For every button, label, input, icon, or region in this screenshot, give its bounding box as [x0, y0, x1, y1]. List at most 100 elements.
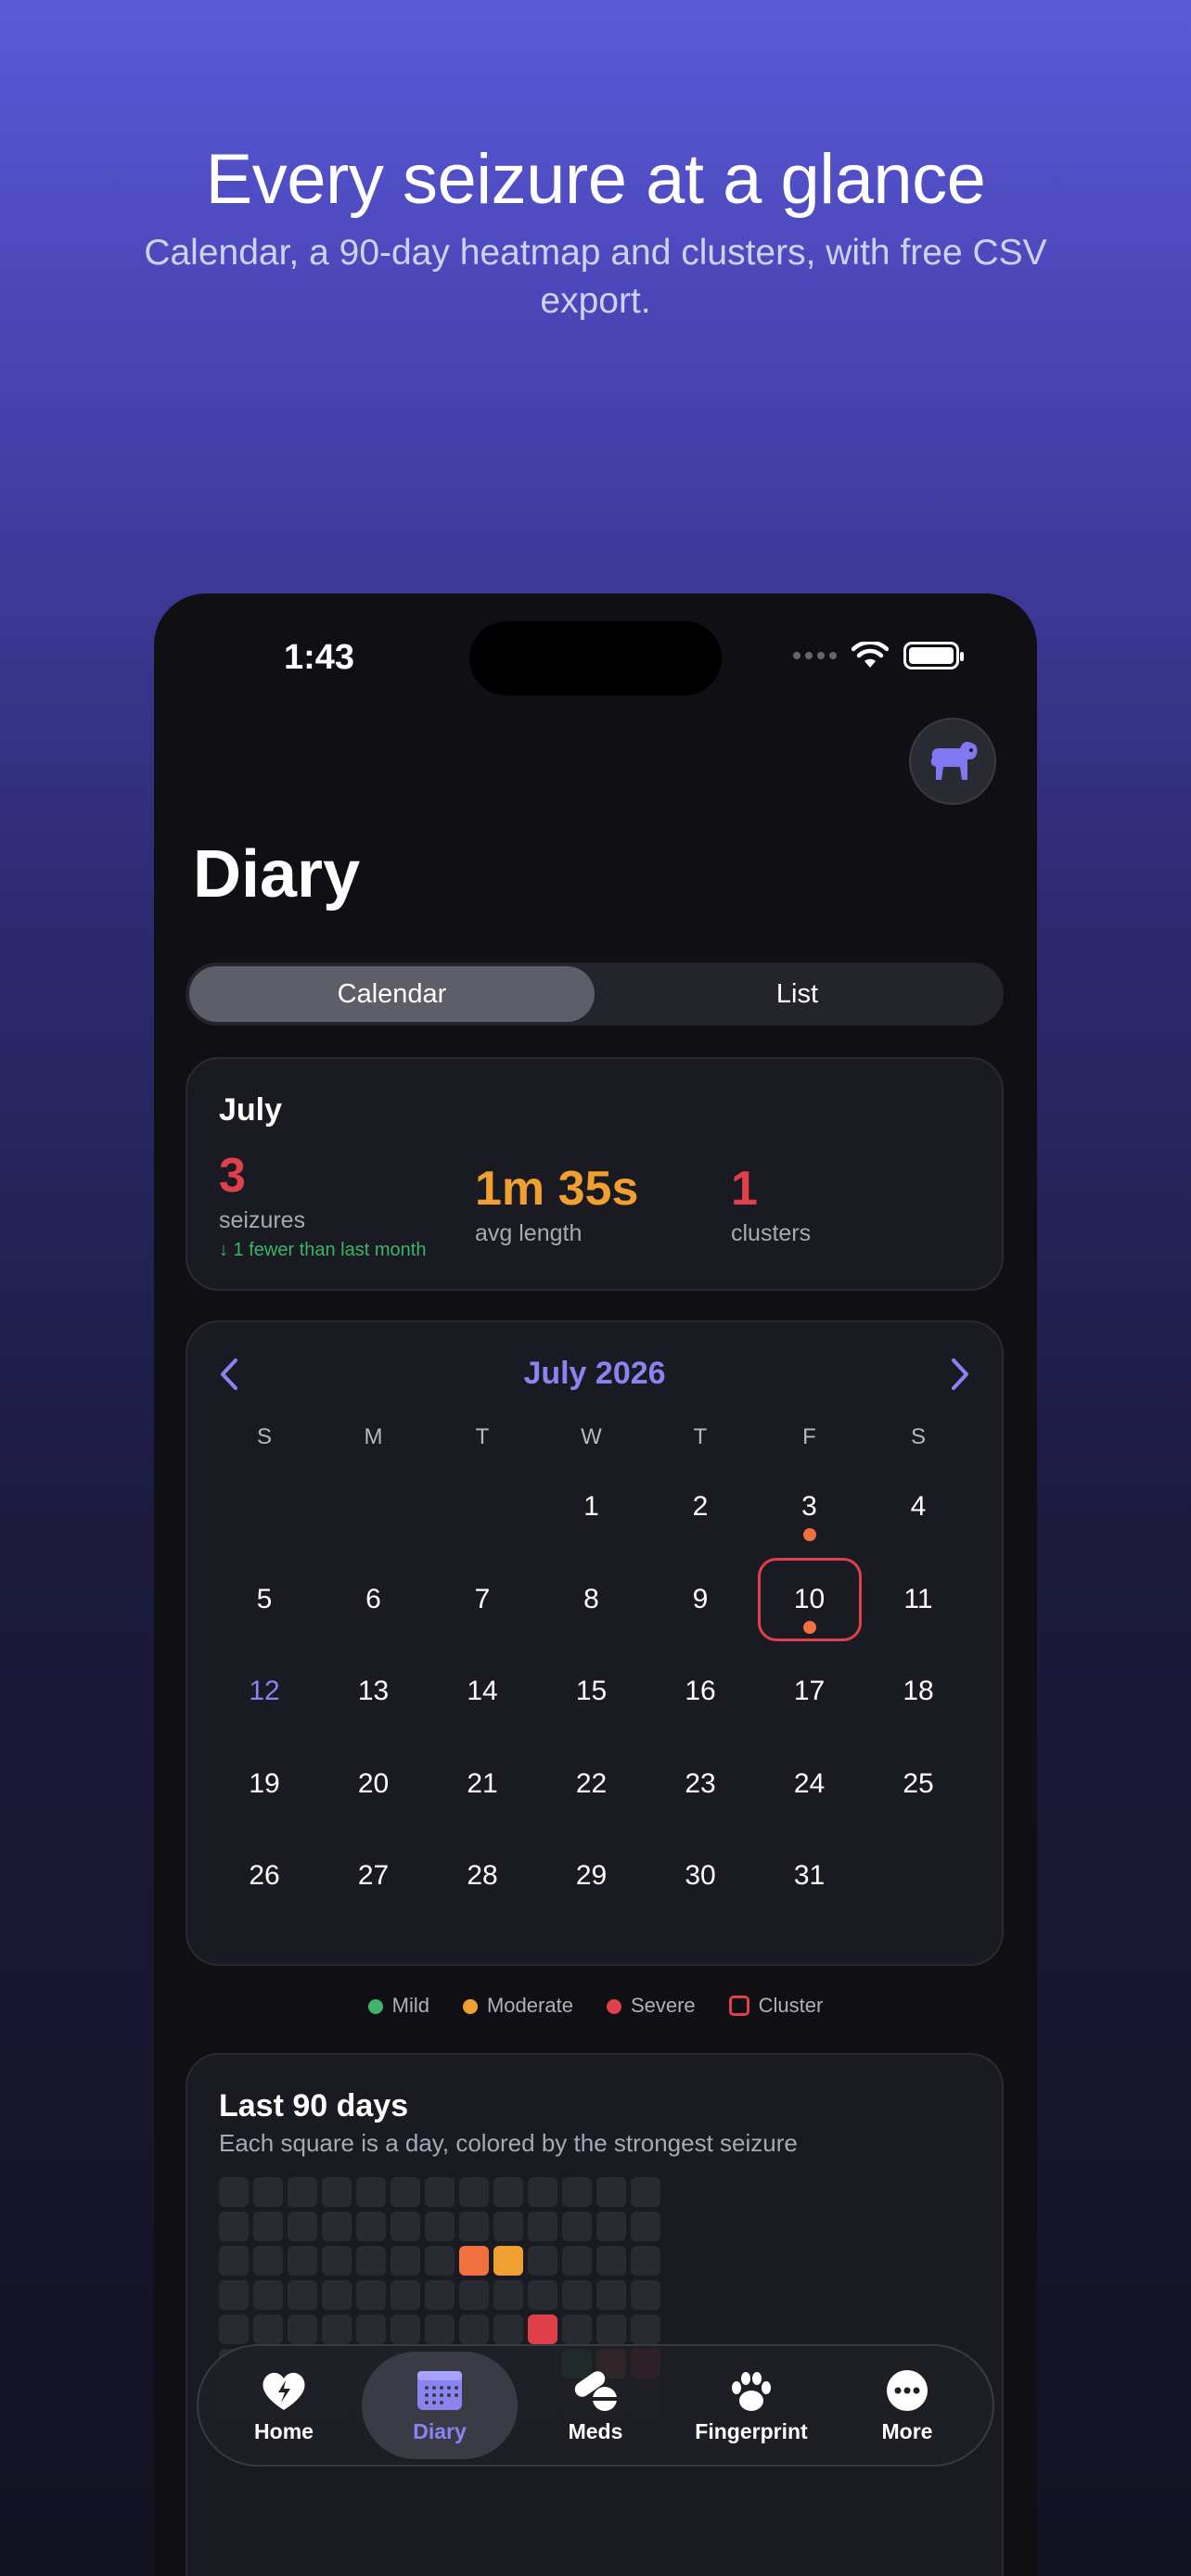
- heatmap-day-cell: [631, 2315, 660, 2344]
- calendar-day-3[interactable]: 3: [755, 1467, 864, 1547]
- heatmap-day-cell: [528, 2246, 557, 2276]
- heatmap-day-cell: [562, 2177, 592, 2207]
- weekday-label: W: [581, 1424, 602, 1449]
- calendar-day-11[interactable]: 11: [864, 1560, 973, 1639]
- calendar-day-29[interactable]: 29: [537, 1836, 647, 1916]
- heatmap-day-cell: [596, 2246, 626, 2276]
- heatmap-title: Last 90 days: [219, 2088, 409, 2123]
- calendar-day-9[interactable]: 9: [646, 1560, 755, 1639]
- heatmap-day-cell: [322, 2177, 352, 2207]
- weekday-label: S: [256, 1424, 272, 1449]
- next-month-button[interactable]: [950, 1358, 970, 1400]
- calendar-day-4[interactable]: 4: [864, 1467, 973, 1547]
- view-segmented-control: Calendar List: [186, 963, 1004, 1026]
- legend-label: Severe: [630, 1994, 696, 2017]
- heatmap-day-cell: [631, 2212, 660, 2241]
- stat-clusters-value: 1: [731, 1162, 758, 1216]
- hero-header: Every seizure at a glance Calendar, a 90…: [0, 139, 1191, 325]
- calendar-day-5[interactable]: 5: [210, 1560, 319, 1639]
- segment-list[interactable]: List: [595, 966, 1000, 1022]
- heatmap-day-cell: [425, 2177, 455, 2207]
- calendar-day-23[interactable]: 23: [646, 1744, 755, 1824]
- calendar-day-6[interactable]: 6: [319, 1560, 429, 1639]
- hero-subtitle: Calendar, a 90-day heatmap and clusters,…: [144, 233, 1047, 321]
- heatmap-subtitle: Each square is a day, colored by the str…: [219, 2129, 798, 2157]
- legend-swatch: [462, 1999, 478, 2014]
- calendar-card: July 2026 S M T W T F S 1 2 3 4 5 6 7 8 9 10 11 12 13 14 15 16…: [186, 1320, 1004, 1966]
- heatmap-day-cell: [253, 2315, 283, 2344]
- heatmap-day-cell: [253, 2177, 283, 2207]
- tab-home[interactable]: Home: [206, 2352, 362, 2459]
- weekday-label: T: [475, 1424, 490, 1449]
- calendar-day-20[interactable]: 20: [319, 1744, 429, 1824]
- calendar-day-19[interactable]: 19: [210, 1744, 319, 1824]
- heatmap-day-cell: [219, 2177, 249, 2207]
- tab-fingerprint[interactable]: Fingerprint: [673, 2352, 829, 2459]
- status-time: 1:43: [284, 638, 355, 677]
- heatmap-day-cell: [528, 2177, 557, 2207]
- calendar-day-18[interactable]: 18: [864, 1651, 973, 1731]
- calendar-day-1[interactable]: 1: [537, 1467, 647, 1547]
- more-icon: [887, 2369, 928, 2411]
- calendar-icon: [417, 2370, 462, 2410]
- tab-more-label: More: [881, 2418, 933, 2443]
- heatmap-day-cell: [219, 2246, 249, 2276]
- pet-avatar-button[interactable]: [909, 718, 996, 805]
- calendar-day-8[interactable]: 8: [537, 1560, 647, 1639]
- heatmap-day-cell: [459, 2212, 489, 2241]
- heatmap-day-cell: [356, 2246, 386, 2276]
- calendar-day-12[interactable]: 12: [210, 1651, 319, 1731]
- month-summary-card: July 3 seizures ↓ 1 fewer than last mont…: [186, 1057, 1004, 1291]
- heatmap-day-cell: [528, 2280, 557, 2310]
- calendar-day-30[interactable]: 30: [646, 1836, 755, 1916]
- heatmap-day-cell: [322, 2280, 352, 2310]
- phone-screen: 1:43 Diary Calendar List July 3 seizures…: [154, 593, 1037, 2576]
- tab-bar: Home Diary Meds Fingerprint More: [197, 2344, 994, 2467]
- calendar-day-17[interactable]: 17: [755, 1651, 864, 1731]
- stat-clusters-label: clusters: [731, 1220, 812, 1246]
- heatmap-day-cell: [528, 2212, 557, 2241]
- tab-diary[interactable]: Diary: [362, 2352, 518, 2459]
- calendar-day-31[interactable]: 31: [755, 1836, 864, 1916]
- tab-meds[interactable]: Meds: [518, 2352, 673, 2459]
- tab-more[interactable]: More: [829, 2352, 985, 2459]
- tab-fingerprint-label: Fingerprint: [695, 2418, 808, 2443]
- calendar-day-7[interactable]: 7: [428, 1560, 537, 1639]
- heatmap-day-cell: [425, 2212, 455, 2241]
- heatmap-day-cell: [596, 2315, 626, 2344]
- heatmap-day-cell: [288, 2280, 317, 2310]
- calendar-day-14[interactable]: 14: [428, 1651, 537, 1731]
- tab-meds-label: Meds: [568, 2418, 623, 2443]
- wifi-icon: [852, 642, 889, 668]
- calendar-day-15[interactable]: 15: [537, 1651, 647, 1731]
- calendar-day-13[interactable]: 13: [319, 1651, 429, 1731]
- heatmap-day-cell: [562, 2246, 592, 2276]
- stat-seizures-label: seizures: [219, 1207, 306, 1233]
- calendar-day-24[interactable]: 24: [755, 1744, 864, 1824]
- tab-diary-label: Diary: [413, 2418, 467, 2443]
- heatmap-day-cell: [253, 2280, 283, 2310]
- summary-month: July: [219, 1092, 283, 1128]
- calendar-day-28[interactable]: 28: [428, 1836, 537, 1916]
- heatmap-day-cell: [528, 2315, 557, 2344]
- calendar-day-16[interactable]: 16: [646, 1651, 755, 1731]
- calendar-day-26[interactable]: 26: [210, 1836, 319, 1916]
- heatmap-day-cell: [356, 2212, 386, 2241]
- heatmap-day-cell: [596, 2280, 626, 2310]
- calendar-day-27[interactable]: 27: [319, 1836, 429, 1916]
- segment-calendar[interactable]: Calendar: [189, 966, 595, 1022]
- heatmap-day-cell: [596, 2212, 626, 2241]
- heatmap-day-cell: [391, 2280, 420, 2310]
- calendar-day-22[interactable]: 22: [537, 1744, 647, 1824]
- stat-avg-length: 1m 35s avg length: [475, 1161, 638, 1247]
- heatmap-day-cell: [391, 2315, 420, 2344]
- calendar-day-25[interactable]: 25: [864, 1744, 973, 1824]
- calendar-day-2[interactable]: 2: [646, 1467, 755, 1547]
- calendar-day-21[interactable]: 21: [428, 1744, 537, 1824]
- legend-swatch: [728, 1996, 749, 2016]
- weekday-label: S: [910, 1424, 926, 1449]
- cluster-highlight: [757, 1557, 862, 1641]
- heatmap-day-cell: [356, 2280, 386, 2310]
- dog-icon: [930, 741, 978, 780]
- legend-label: Moderate: [486, 1994, 573, 2017]
